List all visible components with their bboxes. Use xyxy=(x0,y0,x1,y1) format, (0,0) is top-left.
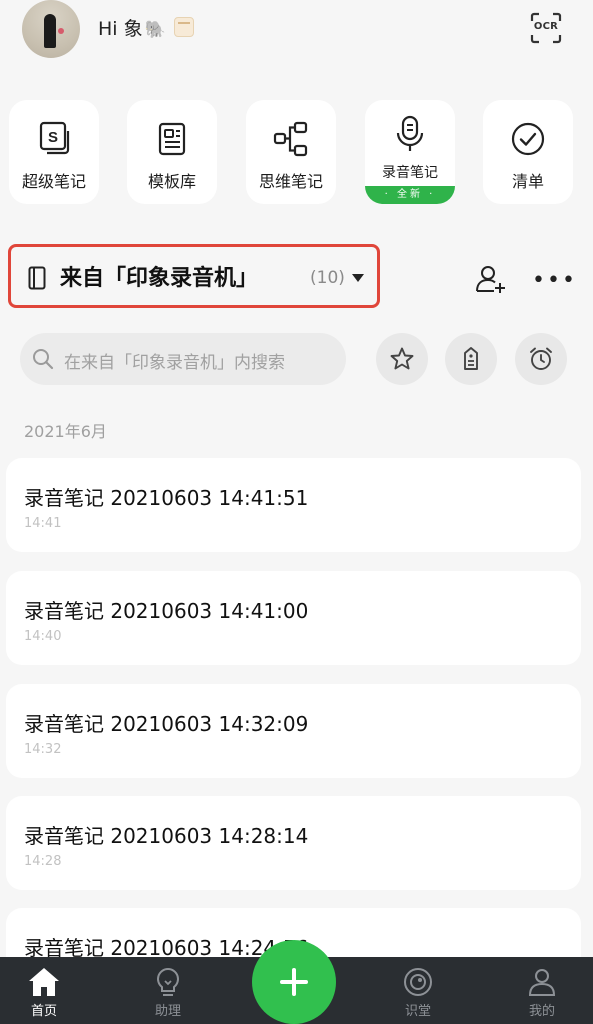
tag-filter-button[interactable] xyxy=(445,333,497,385)
add-note-button[interactable] xyxy=(252,940,336,1024)
shortcut-label: 模板库 xyxy=(147,172,196,191)
elephant-emoji: 🐘 xyxy=(144,20,166,40)
nav-profile[interactable]: 我的 xyxy=(502,960,582,1024)
super-note-icon: S xyxy=(9,120,99,158)
nav-label: 识堂 xyxy=(404,1004,431,1019)
avatar-figure xyxy=(44,14,56,48)
share-user-icon[interactable] xyxy=(474,264,508,294)
notebook-title[interactable]: 来自「印象录音机」 xyxy=(60,260,258,292)
nav-label: 首页 xyxy=(30,1004,57,1019)
note-time: 14:41 xyxy=(24,516,62,531)
note-time: 14:32 xyxy=(24,742,62,757)
nav-label: 我的 xyxy=(528,1004,555,1019)
ocr-label: OCR xyxy=(533,21,559,32)
month-header: 2021年6月 xyxy=(24,422,107,441)
notebook-note-count: (10) xyxy=(310,268,345,288)
shortcut-mindmap[interactable]: 思维笔记 xyxy=(246,100,336,204)
more-options-icon[interactable]: ••• xyxy=(532,268,577,293)
nav-label: 助理 xyxy=(154,1004,181,1019)
nav-home[interactable]: 首页 xyxy=(4,960,84,1024)
shortcut-checklist[interactable]: 清单 xyxy=(483,100,573,204)
shortcut-label: 清单 xyxy=(511,172,544,191)
checklist-icon xyxy=(483,120,573,158)
note-title: 录音笔记 20210603 14:28:14 xyxy=(24,824,309,848)
note-time: 14:40 xyxy=(24,629,62,644)
ocr-button[interactable]: OCR xyxy=(530,12,562,44)
avatar[interactable] xyxy=(22,0,80,58)
reminder-filter-button[interactable] xyxy=(515,333,567,385)
dropdown-caret-icon[interactable] xyxy=(352,274,364,282)
home-icon xyxy=(29,968,59,996)
greeting: Hi 象 🐘 xyxy=(98,14,194,41)
shortcut-template[interactable]: 模板库 xyxy=(127,100,217,204)
nav-learn[interactable]: 识堂 xyxy=(378,960,458,1024)
calendar-badge-icon[interactable] xyxy=(173,17,194,37)
star-icon xyxy=(390,347,414,370)
profile-icon xyxy=(528,969,556,996)
lightbulb-icon xyxy=(157,967,179,996)
greeting-text: Hi 象 xyxy=(98,18,143,40)
note-card[interactable]: 录音笔记 20210603 14:41:00 14:40 xyxy=(6,571,581,665)
shortcut-audio-note[interactable]: 录音笔记 · 全新 · xyxy=(365,100,455,204)
search-placeholder: 在来自「印象录音机」内搜索 xyxy=(64,353,285,373)
note-title: 录音笔记 20210603 14:41:00 xyxy=(24,599,309,623)
note-title: 录音笔记 20210603 14:41:51 xyxy=(24,486,309,510)
shortcut-super-note[interactable]: S 超级笔记 xyxy=(9,100,99,204)
svg-text:S: S xyxy=(48,129,58,146)
learn-icon xyxy=(404,968,432,996)
tag-icon xyxy=(464,347,478,370)
template-icon xyxy=(127,120,217,158)
star-filter-button[interactable] xyxy=(376,333,428,385)
shortcut-label: 思维笔记 xyxy=(258,172,323,191)
mindmap-icon xyxy=(246,120,336,158)
note-card[interactable]: 录音笔记 20210603 14:41:51 14:41 xyxy=(6,458,581,552)
notebook-icon xyxy=(28,266,46,290)
search-bar[interactable]: 在来自「印象录音机」内搜索 xyxy=(20,333,346,385)
microphone-icon xyxy=(365,114,455,152)
note-time: 14:28 xyxy=(24,854,62,869)
avatar-flower xyxy=(58,28,64,34)
note-title: 录音笔记 20210603 14:32:09 xyxy=(24,712,309,736)
new-badge: · 全新 · xyxy=(365,186,455,204)
shortcut-label: 录音笔记 xyxy=(382,165,438,181)
plus-icon-vertical xyxy=(292,968,296,996)
alarm-clock-icon xyxy=(530,347,552,370)
note-card[interactable]: 录音笔记 20210603 14:28:14 14:28 xyxy=(6,796,581,890)
search-icon xyxy=(33,349,54,370)
shortcut-label: 超级笔记 xyxy=(21,172,86,191)
nav-assistant[interactable]: 助理 xyxy=(128,960,208,1024)
note-card[interactable]: 录音笔记 20210603 14:32:09 14:32 xyxy=(6,684,581,778)
